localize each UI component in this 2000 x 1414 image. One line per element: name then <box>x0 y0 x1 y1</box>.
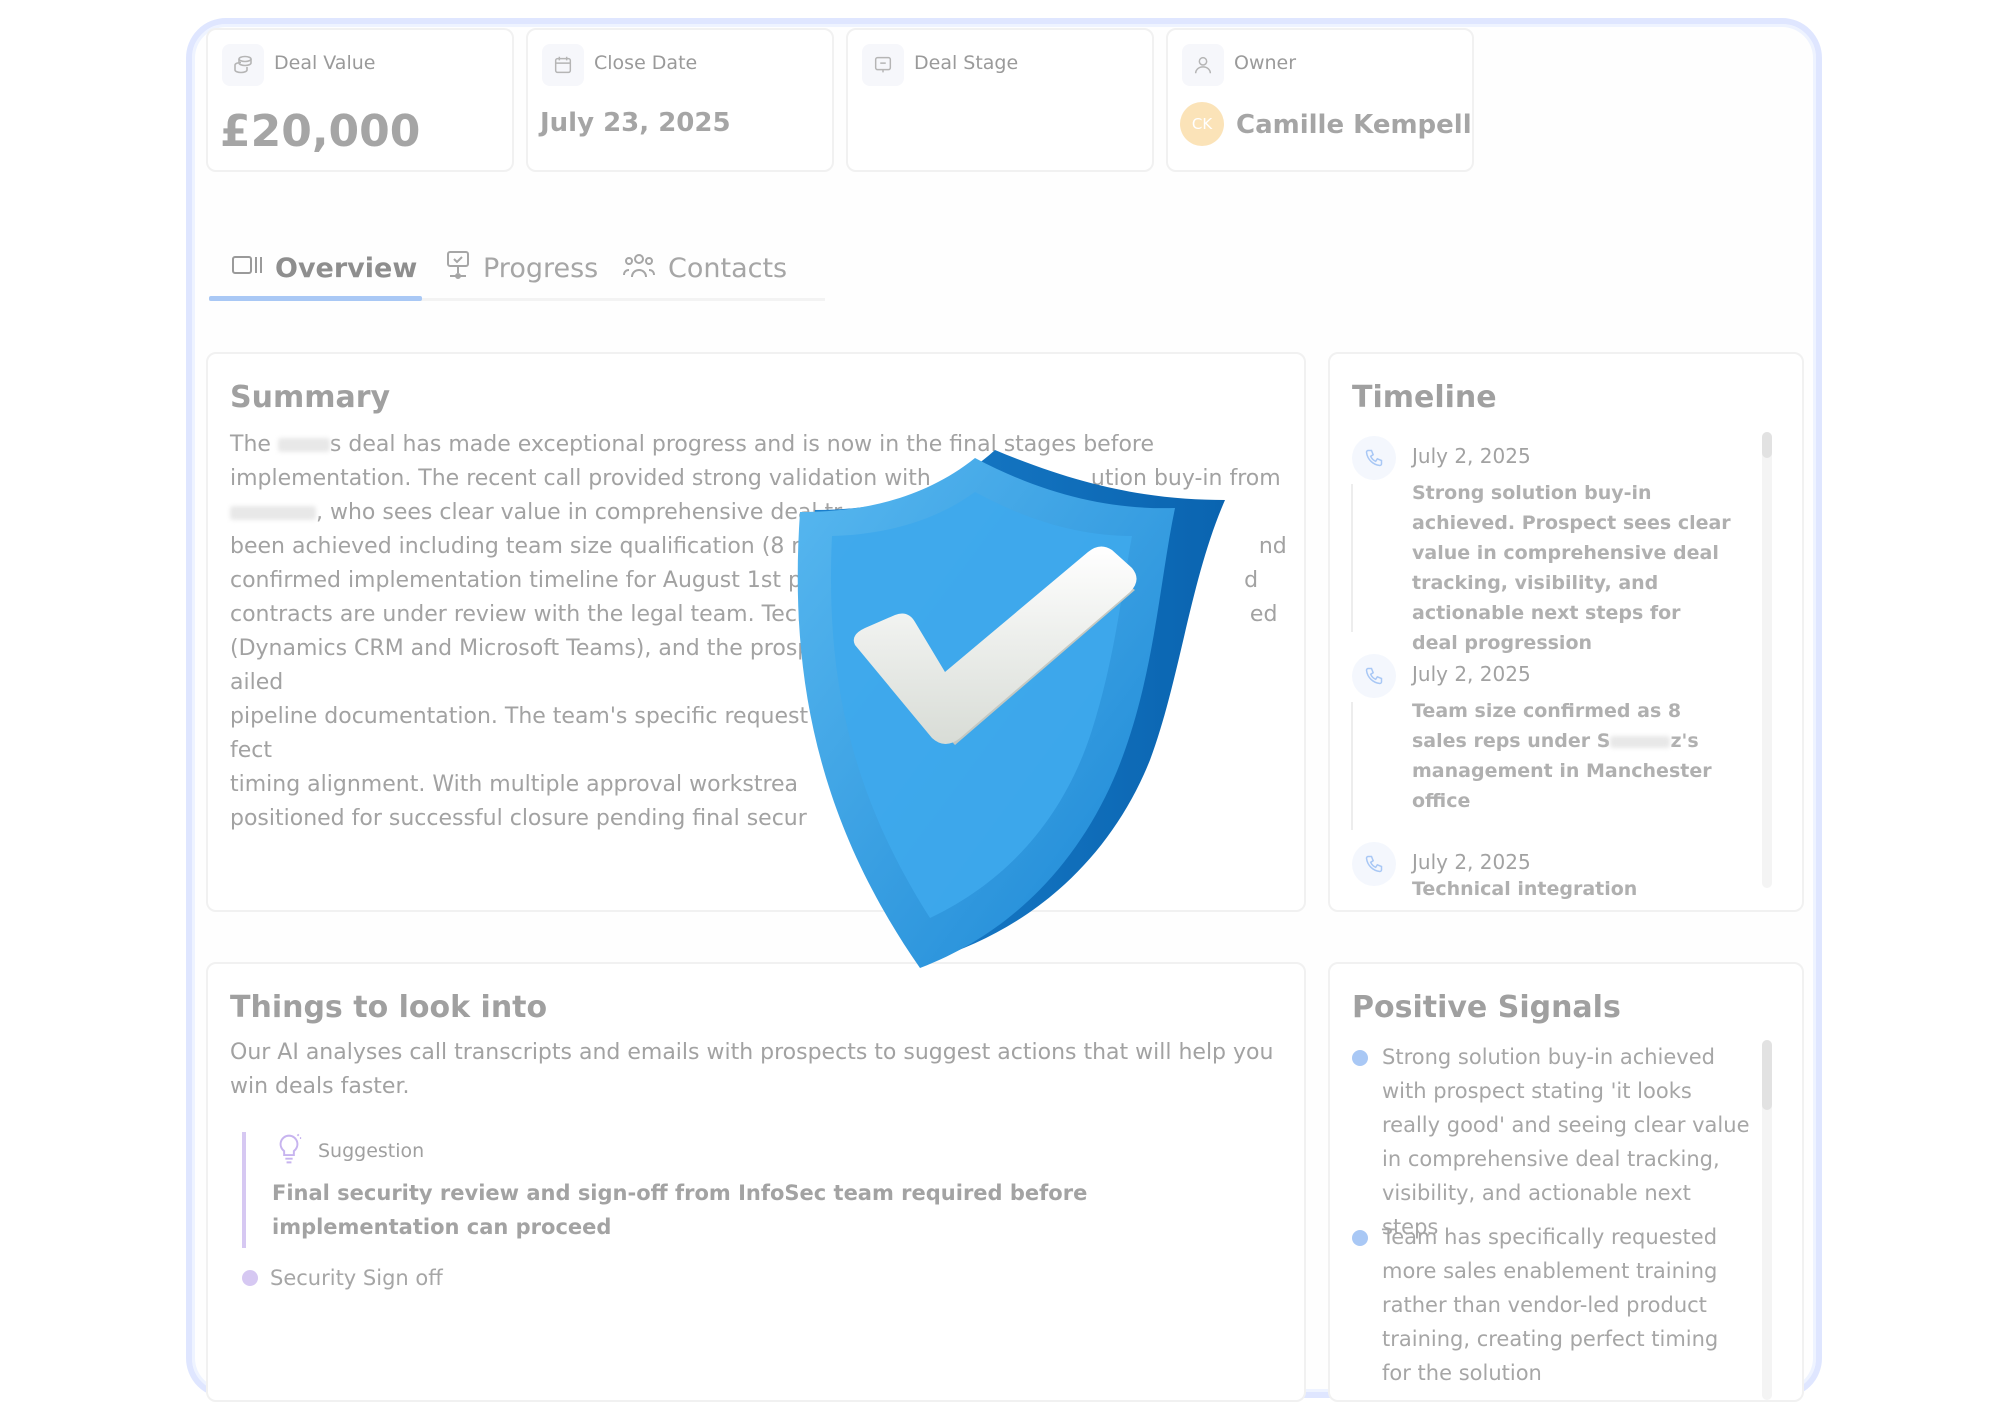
timeline-title: Timeline <box>1352 380 1497 415</box>
bullet-dot <box>1352 1230 1368 1246</box>
bullet-dot <box>1352 1050 1368 1066</box>
avatar: CK <box>1180 102 1224 146</box>
suggestion-label: Suggestion <box>318 1140 425 1162</box>
stat-deal-value: Deal Value £20,000 <box>206 28 514 172</box>
suggestion-block: Suggestion Final security review and sig… <box>242 1132 1286 1248</box>
stat-owner: Owner CK Camille Kempell <box>1166 28 1474 172</box>
suggestion-text: Final security review and sign-off from … <box>272 1181 1088 1239</box>
timeline-scrollbar[interactable] <box>1762 432 1772 888</box>
signals-card: Positive Signals Strong solution buy-in … <box>1328 962 1804 1402</box>
tab-bar: Overview Progress Contacts <box>209 238 825 301</box>
tab-label: Progress <box>483 252 599 284</box>
things-title: Things to look into <box>230 990 548 1025</box>
signals-title: Positive Signals <box>1352 990 1621 1025</box>
close-date-value: July 23, 2025 <box>540 108 731 138</box>
signal-item: Team has specifically requested more sal… <box>1352 1220 1752 1390</box>
timeline-item: July 2, 2025 Technical integration confi… <box>1352 842 1732 910</box>
tab-label: Contacts <box>668 252 788 284</box>
signal-text: Strong solution buy-in achieved with pro… <box>1382 1045 1750 1239</box>
security-tag[interactable]: Security Sign off <box>242 1266 443 1290</box>
stat-label: Owner <box>1234 52 1297 74</box>
tab-progress[interactable]: Progress <box>445 238 598 298</box>
user-icon <box>1182 44 1224 86</box>
active-tab-indicator <box>209 296 422 301</box>
overview-icon <box>231 253 263 284</box>
timeline-text: Team size confirmed as 8 sales reps unde… <box>1412 700 1712 812</box>
tab-contacts[interactable]: Contacts <box>622 238 787 298</box>
tag-dot <box>242 1270 258 1286</box>
stat-label: Deal Value <box>274 52 376 74</box>
timeline-text: Technical integration confirmed <box>1412 878 1638 910</box>
things-description: Our AI analyses call transcripts and ema… <box>230 1040 1274 1099</box>
timeline-card: Timeline July 2, 2025 Strong solution bu… <box>1328 352 1804 912</box>
things-card: Things to look into Our AI analyses call… <box>206 962 1306 1402</box>
phone-icon <box>1352 842 1396 886</box>
tag-label: Security Sign off <box>270 1266 443 1290</box>
timeline-date: July 2, 2025 <box>1412 850 1531 874</box>
stage-icon <box>862 44 904 86</box>
coins-icon <box>222 44 264 86</box>
stat-close-date: Close Date July 23, 2025 <box>526 28 834 172</box>
phone-icon <box>1352 436 1396 480</box>
phone-icon <box>1352 654 1396 698</box>
signal-text: Team has specifically requested more sal… <box>1382 1225 1719 1385</box>
owner-name[interactable]: Camille Kempell <box>1236 110 1472 140</box>
deal-value: £20,000 <box>220 106 421 157</box>
timeline-date: July 2, 2025 <box>1412 662 1531 686</box>
contacts-icon <box>622 250 656 287</box>
timeline-text: Strong solution buy-in achieved. Prospec… <box>1412 482 1731 654</box>
shield-check-icon <box>797 450 1225 968</box>
tab-overview[interactable]: Overview <box>231 238 417 298</box>
stat-deal-stage: Deal Stage <box>846 28 1154 172</box>
signals-scrollbar[interactable] <box>1762 1040 1772 1400</box>
tab-label: Overview <box>275 252 418 284</box>
stat-label: Close Date <box>594 52 698 74</box>
timeline-item: July 2, 2025 Team size confirmed as 8 sa… <box>1352 654 1732 824</box>
signal-item: Strong solution buy-in achieved with pro… <box>1352 1040 1752 1244</box>
progress-icon <box>445 249 471 288</box>
calendar-icon <box>542 44 584 86</box>
stat-label: Deal Stage <box>914 52 1019 74</box>
lightbulb-icon <box>274 1132 304 1170</box>
timeline-item: July 2, 2025 Strong solution buy-in achi… <box>1352 436 1732 654</box>
timeline-date: July 2, 2025 <box>1412 444 1531 468</box>
summary-title: Summary <box>230 380 391 415</box>
